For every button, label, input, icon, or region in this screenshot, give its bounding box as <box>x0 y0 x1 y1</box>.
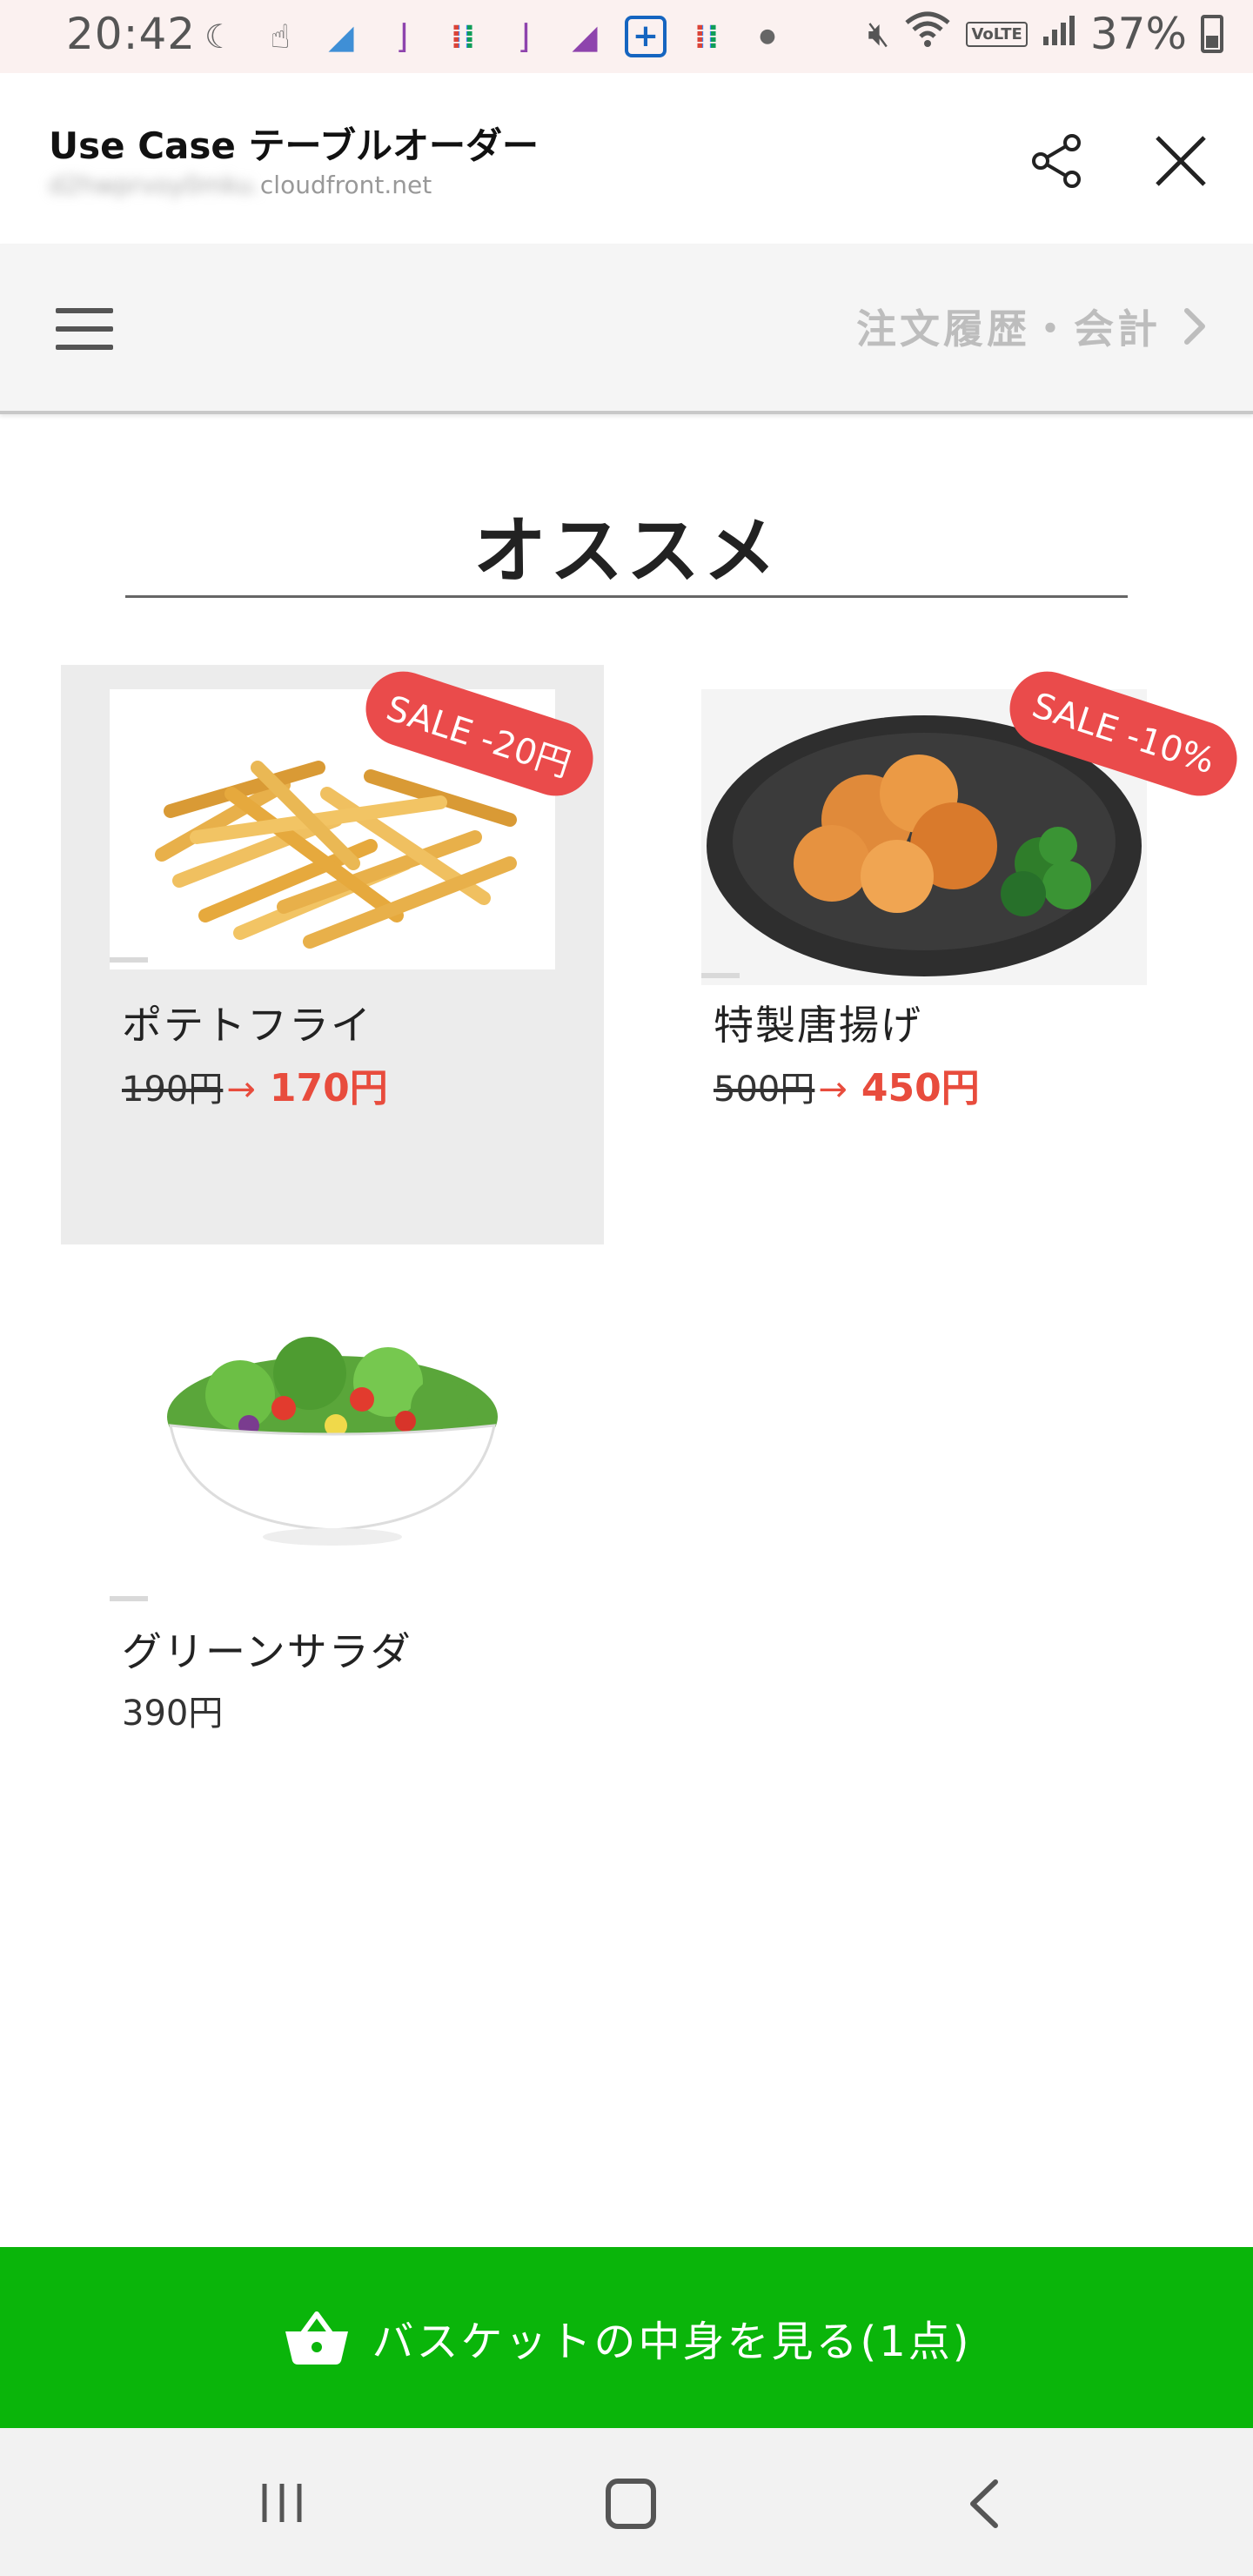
wifi-icon <box>903 10 952 57</box>
system-navigation-bar <box>0 2428 1253 2576</box>
plus-box-icon: + <box>625 16 667 57</box>
product-card-green-salad[interactable]: グリーンサラダ 390円 <box>61 1291 604 1871</box>
order-history-label: 注文履歴・会計 <box>856 305 1161 352</box>
bracket-icon: ⌋ <box>517 17 531 56</box>
page-url: d2hwprvoy0mku.cloudfront.net <box>49 171 432 199</box>
image-caption-mark <box>701 973 740 978</box>
share-icon[interactable] <box>1027 131 1088 191</box>
product-price: 190円 → 170円 <box>122 1057 388 1112</box>
product-price: 500円 → 450円 <box>714 1057 980 1112</box>
image-caption-mark <box>110 1596 148 1601</box>
close-icon[interactable] <box>1150 131 1211 191</box>
notification-icons: ☾ ☝ ◢ ⌋ ⁞⁞ ⌋ ◢ + ⁞⁞ ● <box>198 16 788 57</box>
section-divider <box>125 595 1128 598</box>
sleep-moon-icon: ☾ <box>204 17 235 56</box>
page-title: Use Case テーブルオーダー <box>49 124 539 167</box>
prism-icon: ◢ <box>328 17 354 56</box>
recent-apps-icon[interactable] <box>258 2479 306 2527</box>
sale-price: 450円 <box>861 1066 980 1110</box>
product-card-potato-fries[interactable]: SALE -20円 ポテトフライ 190円 → 170円 <box>61 661 604 1244</box>
product-price: 390円 <box>122 1694 224 1734</box>
bracket-icon: ⌋ <box>395 17 409 56</box>
section-title: オススメ <box>472 508 780 594</box>
status-time: 20:42 <box>66 9 197 59</box>
salad-image-icon <box>110 1312 555 1556</box>
status-right: 🔇︎ VoLTE 37% <box>868 9 1223 59</box>
dot-icon: ● <box>759 25 776 47</box>
battery-icon <box>1201 15 1223 53</box>
product-name: グリーンサラダ <box>122 1628 412 1675</box>
slack-icon: ⁞⁞ <box>442 16 484 57</box>
status-bar: 20:42 ☾ ☝ ◢ ⌋ ⁞⁞ ⌋ ◢ + ⁞⁞ ● 🔇︎ VoLTE 37% <box>0 0 1253 73</box>
view-basket-label: バスケットの中身を見る(1点) <box>372 2318 972 2366</box>
hamburger-menu-icon[interactable] <box>56 308 113 350</box>
price-arrow: → <box>226 1070 256 1110</box>
old-price: 190円 <box>122 1070 224 1110</box>
product-name: 特製唐揚げ <box>714 1002 922 1049</box>
sale-price: 170円 <box>269 1066 388 1110</box>
product-name: ポテトフライ <box>122 1002 372 1049</box>
site-nav: 注文履歴・会計 <box>0 244 1253 414</box>
home-icon[interactable] <box>606 2479 656 2529</box>
bracket-icon: ◢ <box>572 17 598 56</box>
back-icon[interactable] <box>964 2477 1004 2531</box>
battery-percent: 37% <box>1089 9 1187 59</box>
url-host: cloudfront.net <box>259 171 432 199</box>
basket-icon <box>285 2311 348 2365</box>
old-price: 500円 <box>714 1070 815 1110</box>
chevron-right-icon <box>1184 308 1205 345</box>
product-card-karaage[interactable]: SALE -10% 特製唐揚げ 500円 → 450円 <box>653 661 1247 1244</box>
signal-icon <box>1042 12 1076 56</box>
url-blurred-part: d2hwprvoy0mku. <box>49 171 260 199</box>
mute-icon: 🔇︎ <box>868 14 890 54</box>
view-basket-button[interactable]: バスケットの中身を見る(1点) <box>0 2247 1253 2428</box>
price-arrow: → <box>818 1070 848 1110</box>
product-image-green-salad <box>110 1312 555 1556</box>
volte-badge: VoLTE <box>966 21 1028 47</box>
touch-hand-icon: ☝ <box>270 17 291 56</box>
slack-icon: ⁞⁞ <box>686 16 727 57</box>
image-caption-mark <box>110 957 148 963</box>
browser-header: Use Case テーブルオーダー d2hwprvoy0mku.cloudfro… <box>0 73 1253 244</box>
order-history-link[interactable]: 注文履歴・会計 <box>856 298 1213 355</box>
